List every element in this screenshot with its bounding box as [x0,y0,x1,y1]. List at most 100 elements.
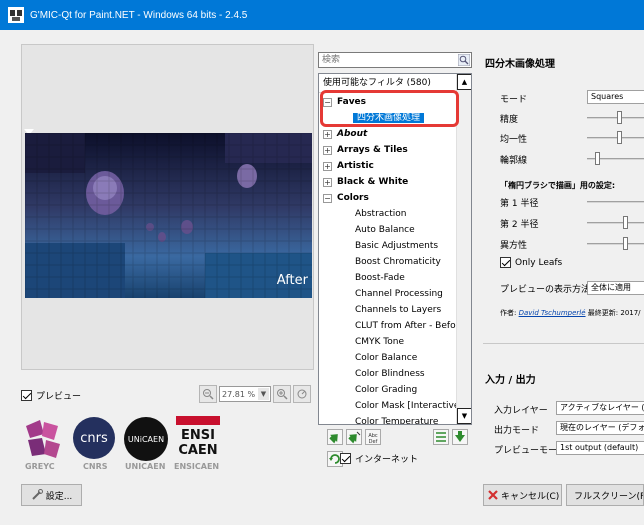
cancel-button-label: キャンセル(C) [501,491,560,502]
tree-item-filter[interactable]: CLUT from After - Befor [355,318,459,334]
slider-thumb[interactable] [617,131,622,144]
zoom-level-value: 27.81 % [222,389,256,399]
tree-item-filter[interactable]: Channel Processing [355,286,443,302]
add-fave-icon[interactable] [327,429,343,445]
highlight-annotation [320,90,459,127]
cancel-button[interactable]: キャンセル(C) [483,484,562,506]
author-prefix: 作者: [500,309,517,317]
scroll-up-arrow-icon[interactable]: ▲ [457,74,471,90]
slider-thumb[interactable] [595,152,600,165]
logo-caption-greyc: GREYC [25,462,55,471]
tree-item-filter[interactable]: Color Blindness [355,366,425,382]
fullscreen-button[interactable]: フルスクリーン(F [566,484,644,506]
collapse-icon[interactable]: − [323,194,332,203]
tree-item-filter[interactable]: Boost Chromaticity [355,254,441,270]
slider-thumb[interactable] [617,111,622,124]
precision-label: 精度 [500,115,519,125]
zoom-in-button[interactable] [273,385,291,403]
wrench-icon [31,489,43,500]
tree-folder-arrays-tiles[interactable]: Arrays & Tiles [337,142,408,158]
caen-logo-text: CAEN [178,443,217,458]
output-mode-select[interactable]: 現在のレイヤー (デフォ [556,421,644,435]
radius2-slider[interactable] [587,216,644,230]
list-view-icon[interactable] [433,429,449,445]
title-bar[interactable]: G'MIC-Qt for Paint.NET - Windows 64 bits… [0,0,644,30]
svg-text:Def: Def [369,439,378,445]
tree-item-filter[interactable]: Channels to Layers [355,302,441,318]
preview-method-select[interactable]: 全体に適用 [587,281,644,295]
remove-fave-icon[interactable] [346,429,362,445]
tree-scrollbar[interactable]: ▲ ▼ [456,74,471,424]
slider-track [587,137,644,139]
precision-slider[interactable] [587,111,644,125]
scroll-down-arrow-icon[interactable]: ▼ [457,408,471,424]
internet-checkbox[interactable] [340,453,351,464]
zoom-reset-icon [297,389,307,399]
slider-track [587,222,644,224]
io-section-title: 入力 / 出力 [485,375,536,386]
tree-item-filter[interactable]: Color Mask [Interactive] [355,398,463,414]
output-mode-label: 出力モード [494,426,540,436]
tree-item-filter[interactable]: Color Grading [355,382,417,398]
tree-item-filter[interactable]: Color Temperature [355,414,438,424]
slider-thumb[interactable] [623,237,628,250]
preview-image[interactable]: After [25,133,312,298]
only-leafs-label: Only Leafs [515,257,563,268]
zoom-out-button[interactable] [199,385,217,403]
slider-track [587,201,644,203]
tree-folder-artistic[interactable]: Artistic [337,158,374,174]
internet-toggle[interactable]: インターネット [340,452,418,465]
logo-caption-cnrs: CNRS [83,462,108,471]
tree-folder-black-white[interactable]: Black & White [337,174,408,190]
radius1-slider[interactable] [587,195,644,209]
outline-slider[interactable] [587,152,644,166]
expand-icon[interactable]: + [323,130,332,139]
tree-folder-about[interactable]: About [337,126,367,142]
homogeneity-slider[interactable] [587,131,644,145]
unicaen-logo: UNiCAEN [124,417,168,461]
preview-checkbox[interactable] [21,390,32,401]
search-icon [458,54,470,66]
tree-item-filter[interactable]: CMYK Tone [355,334,404,350]
anisotropy-label: 異方性 [500,241,528,251]
move-down-icon[interactable] [452,429,468,445]
tree-item-filter[interactable]: Boost-Fade [355,270,405,286]
expand-icon[interactable]: + [323,162,332,171]
settings-button[interactable]: 設定... [21,484,82,506]
expand-icon[interactable]: + [323,146,332,155]
anisotropy-slider[interactable] [587,237,644,251]
preview-method-label: プレビューの表示方法 [500,285,591,295]
zoom-in-icon [277,389,288,400]
input-layer-label: 入力レイヤー [494,406,548,416]
expand-icon[interactable]: + [323,178,332,187]
only-leafs-toggle[interactable]: Only Leafs [500,257,562,268]
preview-area[interactable]: After [21,44,314,370]
tree-folder-colors[interactable]: Colors [337,190,369,206]
zoom-out-icon [203,389,214,400]
filter-search-input[interactable]: 検索 [318,52,472,68]
last-updated: 最終更新: 2017/ [587,309,641,317]
tree-item-filter[interactable]: Auto Balance [355,222,415,238]
ensicaen-logo: ENSI CAEN [176,416,220,458]
settings-button-label: 設定... [45,491,73,502]
ellipse-section-heading: 「楕円ブラシで描画」用の設定: [500,181,616,190]
only-leafs-checkbox[interactable] [500,257,511,268]
tree-item-filter[interactable]: Color Balance [355,350,417,366]
zoom-level-combo[interactable]: 27.81 % ▼ [219,386,271,402]
zoom-reset-button[interactable] [293,385,311,403]
rename-fave-icon[interactable]: Abc Def [365,429,381,445]
mode-select[interactable]: Squares [587,90,644,104]
preview-mode-select[interactable]: 1st output (default) [556,441,644,455]
slider-thumb[interactable] [623,216,628,229]
author-link[interactable]: David Tschumperlé [519,309,586,317]
input-layer-select[interactable]: アクティブなレイヤー (デ [556,401,644,415]
preview-checkbox-label: プレビュー [36,392,82,402]
author-line: 作者: David Tschumperlé 最終更新: 2017/ [500,308,641,318]
tree-item-filter[interactable]: Abstraction [355,206,407,222]
filter-search-placeholder: 検索 [322,55,341,65]
tree-item-filter[interactable]: Basic Adjustments [355,238,438,254]
preview-canvas [25,133,312,298]
preview-toggle[interactable]: プレビュー [21,389,81,402]
slider-track [587,117,644,119]
mode-label: モード [500,95,528,105]
